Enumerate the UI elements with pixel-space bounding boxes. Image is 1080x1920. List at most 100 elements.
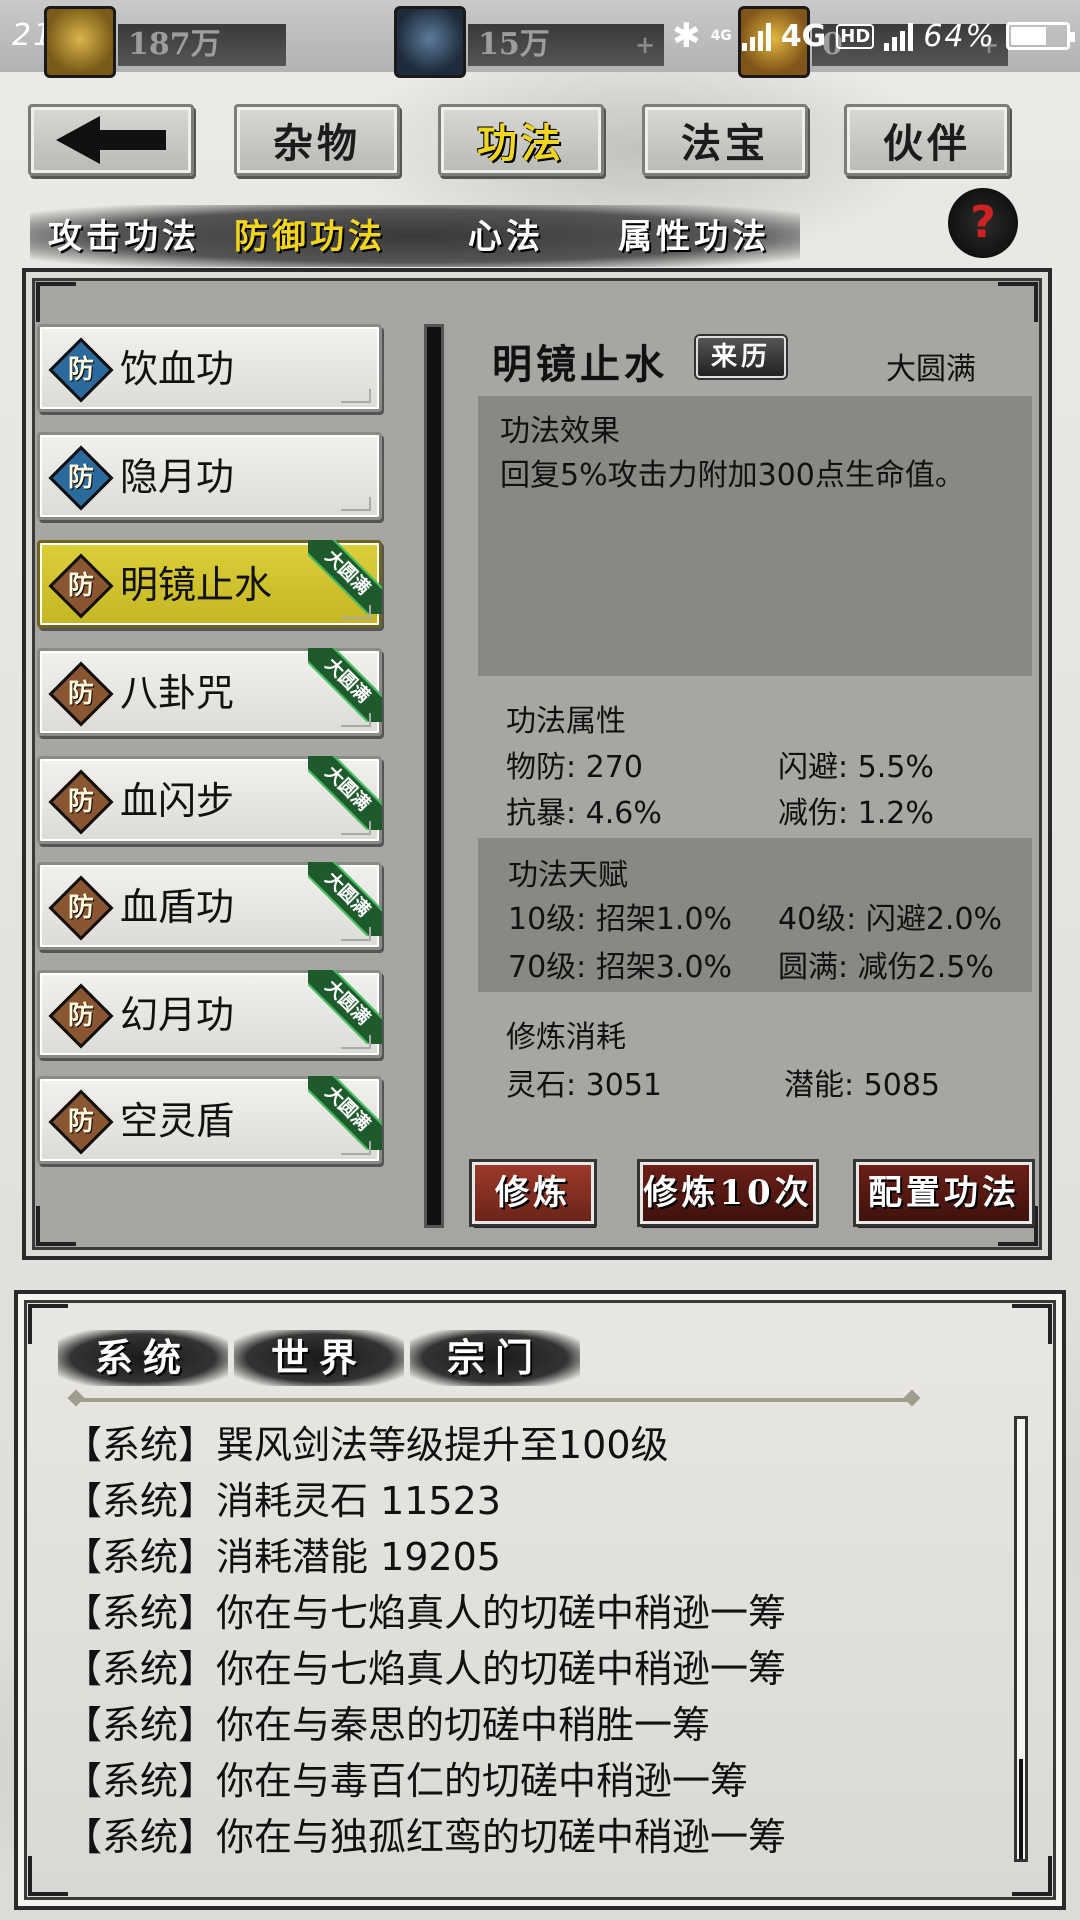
mastery-ribbon: 大圆满 — [308, 756, 382, 830]
help-icon[interactable]: ? — [948, 188, 1018, 258]
bluetooth-icon: ✱ — [672, 16, 701, 56]
defense-badge-label: 防 — [67, 571, 94, 601]
skill-list-item[interactable]: 防空灵盾 大圆满 — [37, 1076, 382, 1164]
tab-misc[interactable]: 杂物 — [234, 104, 400, 176]
add-gem-icon[interactable]: + — [632, 32, 658, 58]
mastery-ribbon-label: 大圆满 — [308, 540, 382, 614]
corner-deco — [341, 497, 371, 511]
attr-value: 减伤: 1.2% — [778, 796, 934, 831]
talent-value: 70级: 招架3.0% — [508, 950, 733, 985]
skill-list-scrollbar[interactable] — [424, 324, 444, 1228]
tab-skills[interactable]: 功法 — [438, 104, 604, 176]
chat-message: 【系统】巽风剑法等级提升至100级 — [64, 1423, 669, 1467]
corner-deco — [341, 389, 371, 403]
defense-badge-label: 防 — [67, 1001, 94, 1031]
chat-message: 【系统】消耗灵石 11523 — [64, 1479, 501, 1523]
corner-deco — [341, 713, 371, 727]
mastery-ribbon: 大圆满 — [308, 648, 382, 722]
gem-icon — [394, 6, 466, 78]
back-arrow-icon — [56, 116, 166, 164]
subtab-mind[interactable]: 心法 — [468, 212, 544, 262]
attr-value: 物防: 270 — [506, 750, 643, 785]
chat-scroll-thumb[interactable] — [1019, 1759, 1023, 1859]
resource-gold[interactable]: 187万 — [44, 6, 290, 78]
gold-coin-icon — [44, 6, 116, 78]
defense-badge-label: 防 — [67, 1107, 94, 1137]
skill-list-item[interactable]: 防明镜止水 大圆满 — [37, 540, 382, 628]
corner-deco — [341, 927, 371, 941]
cost-value: 灵石: 3051 — [506, 1068, 662, 1103]
equip-skill-button[interactable]: 配置功法 — [856, 1162, 1032, 1224]
skill-list-item[interactable]: 防八卦咒 大圆满 — [37, 648, 382, 736]
mastery-ribbon-label: 大圆满 — [308, 756, 382, 830]
resource-gold-value: 187万 — [118, 24, 286, 66]
corner-ornament — [36, 282, 76, 322]
defense-badge-label: 防 — [67, 893, 94, 923]
chat-divider — [74, 1398, 914, 1402]
skill-list-item[interactable]: 防幻月功 大圆满 — [37, 970, 382, 1058]
subtab-attack[interactable]: 攻击功法 — [48, 212, 200, 262]
corner-ornament — [998, 282, 1038, 322]
skill-list-item[interactable]: 防饮血功 — [37, 324, 382, 412]
corner-deco — [341, 1035, 371, 1049]
chat-message: 【系统】你在与秦思的切磋中稍胜一筹 — [64, 1703, 711, 1747]
talent-value: 10级: 招架1.0% — [508, 902, 733, 937]
skill-list-item[interactable]: 防血闪步 大圆满 — [37, 756, 382, 844]
train-button[interactable]: 修炼 — [472, 1162, 594, 1224]
attr-heading: 功法属性 — [506, 704, 626, 739]
corner-deco — [341, 605, 371, 619]
hd-label: HD — [836, 23, 875, 49]
chat-scrollbar[interactable] — [1014, 1416, 1028, 1862]
tab-companion[interactable]: 伙伴 — [844, 104, 1010, 176]
train-10-button[interactable]: 修炼10次 — [640, 1162, 816, 1224]
cost-heading: 修炼消耗 — [506, 1020, 626, 1055]
skill-name: 八卦咒 — [120, 671, 235, 715]
defense-badge-label: 防 — [67, 463, 94, 493]
network-label: 4G — [780, 18, 827, 54]
mastery-ribbon: 大圆满 — [308, 862, 382, 936]
corner-ornament — [1012, 1856, 1052, 1896]
talent-heading: 功法天赋 — [508, 858, 628, 893]
effect-text: 回复5%攻击力附加300点生命值。 — [500, 458, 965, 493]
chat-tab-system[interactable]: 系统 — [58, 1330, 228, 1386]
skill-name: 空灵盾 — [120, 1099, 235, 1143]
battery-percent: 64% — [923, 18, 996, 54]
battery-icon — [1006, 22, 1075, 50]
chat-message: 【系统】消耗潜能 19205 — [64, 1535, 501, 1579]
mastery-ribbon-label: 大圆满 — [308, 970, 382, 1044]
skill-name: 隐月功 — [120, 455, 235, 499]
back-button[interactable] — [28, 104, 194, 176]
chat-message: 【系统】你在与独孤红鸾的切磋中稍逊一筹 — [64, 1815, 787, 1859]
talent-value: 40级: 闪避2.0% — [778, 902, 1003, 937]
tab-treasure[interactable]: 法宝 — [642, 104, 808, 176]
cost-value: 潜能: 5085 — [784, 1068, 940, 1103]
corner-ornament — [36, 1206, 76, 1246]
skill-name: 幻月功 — [120, 993, 235, 1037]
chat-tab-sect[interactable]: 宗门 — [410, 1330, 580, 1386]
subtab-defense[interactable]: 防御功法 — [234, 212, 386, 262]
mastery-ribbon-label: 大圆满 — [308, 862, 382, 936]
skill-list-item[interactable]: 防血盾功 大圆满 — [37, 862, 382, 950]
skill-name: 血盾功 — [120, 885, 235, 929]
chat-message: 【系统】你在与七焰真人的切磋中稍逊一筹 — [64, 1591, 787, 1635]
mastery-ribbon-label: 大圆满 — [308, 648, 382, 722]
subtab-attribute[interactable]: 属性功法 — [618, 212, 770, 262]
skill-level: 大圆满 — [886, 352, 976, 387]
network-small-label: 4G — [710, 28, 732, 44]
system-icons: ✱ 4G 4G HD 64% — [672, 14, 1075, 58]
resource-gem[interactable]: 15万 + — [394, 6, 674, 78]
attr-value: 抗暴: 4.6% — [506, 796, 662, 831]
skill-list-item[interactable]: 防隐月功 — [37, 432, 382, 520]
defense-badge-label: 防 — [67, 787, 94, 817]
origin-button[interactable]: 来历 — [696, 336, 786, 378]
chat-message: 【系统】你在与七焰真人的切磋中稍逊一筹 — [64, 1647, 787, 1691]
status-bar: 21:55 187万 15万 + 0 + ✱ 4G 4G HD 64% — [0, 0, 1080, 78]
effect-heading: 功法效果 — [500, 414, 620, 449]
chat-tab-world[interactable]: 世界 — [234, 1330, 404, 1386]
skill-name: 血闪步 — [120, 779, 235, 823]
skill-title: 明镜止水 — [492, 341, 668, 388]
corner-ornament — [28, 1856, 68, 1896]
defense-badge-label: 防 — [67, 679, 94, 709]
resource-gem-value: 15万 + — [468, 24, 664, 66]
skill-name: 明镜止水 — [120, 563, 273, 607]
